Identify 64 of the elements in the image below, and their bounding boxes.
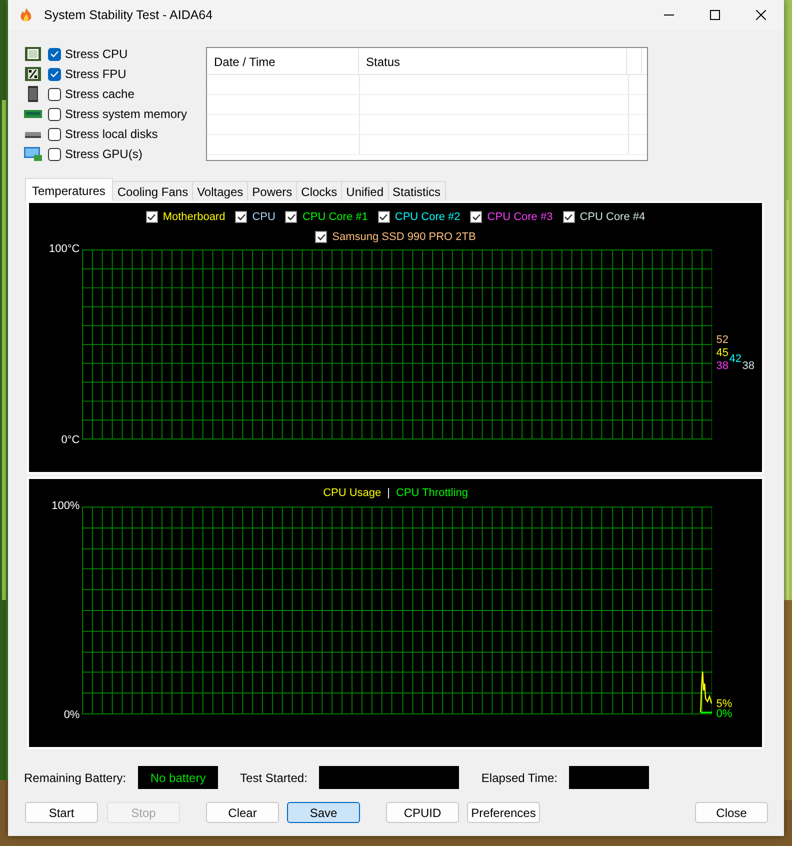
checkbox[interactable] <box>48 108 61 120</box>
checkbox[interactable] <box>235 211 248 223</box>
option-label: Stress system memory <box>65 107 188 121</box>
option-label: Stress local disks <box>65 127 158 141</box>
button[interactable]: CPUID <box>386 802 459 823</box>
legend-label: Samsung SSD 990 PRO 2TB <box>332 231 476 243</box>
legend-label: CPU Core #3 <box>487 211 553 223</box>
axis-label: 0% <box>64 709 80 721</box>
checkbox[interactable] <box>562 211 575 223</box>
button[interactable]: Clear <box>206 802 279 823</box>
column-header[interactable]: Status <box>359 48 627 74</box>
reading: 0% <box>716 708 732 720</box>
tab[interactable]: Voltages <box>192 181 248 201</box>
checkbox[interactable] <box>48 48 61 60</box>
window-title: System Stability Test - AIDA64 <box>44 8 214 22</box>
option-label: Stress FPU <box>65 67 126 81</box>
axis-label: 100°C <box>49 243 80 255</box>
reading: 38 <box>742 361 755 372</box>
field-label: Remaining Battery: <box>24 770 126 784</box>
button[interactable]: Preferences <box>467 802 540 823</box>
tab[interactable]: Temperatures <box>25 178 114 201</box>
chip-icon <box>24 66 42 82</box>
reading: 52 <box>716 334 729 346</box>
legend-label: Motherboard <box>162 211 226 223</box>
checkbox[interactable] <box>470 211 482 223</box>
reading: 42 <box>729 354 742 365</box>
monitor-icon <box>24 146 42 162</box>
legend-label: CPU Core #2 <box>394 211 460 223</box>
reading: 5% <box>716 698 732 710</box>
option-label: Stress cache <box>65 87 134 101</box>
checkbox[interactable] <box>48 128 61 140</box>
checkbox[interactable] <box>378 211 390 223</box>
option-label: Stress CPU <box>65 47 128 61</box>
status-field: No battery <box>138 766 218 789</box>
button[interactable]: Save <box>287 802 360 823</box>
axis-label: 0°C <box>61 434 80 446</box>
checkbox[interactable] <box>285 211 298 223</box>
checkbox[interactable] <box>315 231 328 243</box>
field-label: Elapsed Time: <box>481 770 558 784</box>
checkbox[interactable] <box>146 211 158 223</box>
legend-label: | <box>387 487 390 499</box>
reading: 38 <box>716 361 729 372</box>
column-header[interactable]: Date / Time <box>207 48 359 74</box>
usage-trace <box>700 671 712 712</box>
field-label: Test Started: <box>240 770 308 784</box>
checkbox[interactable] <box>48 68 61 80</box>
flame-icon <box>18 7 34 23</box>
tab[interactable]: Statistics <box>388 181 446 201</box>
axis-label: 100% <box>52 500 80 512</box>
legend-label: CPU Core #4 <box>580 211 646 223</box>
legend-label: CPU Core #1 <box>302 211 368 223</box>
tab[interactable]: Cooling Fans <box>112 181 194 201</box>
option-label: Stress GPU(s) <box>65 147 142 161</box>
button[interactable]: Close <box>695 802 768 823</box>
legend-label: CPU Throttling <box>396 487 468 499</box>
maximize-icon[interactable] <box>710 10 720 20</box>
chip-icon <box>24 46 42 62</box>
reading: 45 <box>716 348 729 360</box>
button[interactable]: Start <box>25 802 98 823</box>
checkbox[interactable] <box>48 148 61 160</box>
checkbox[interactable] <box>48 88 61 100</box>
legend-label: CPU Usage <box>323 487 382 499</box>
close-icon[interactable] <box>756 10 766 20</box>
legend-label: CPU <box>252 211 276 223</box>
